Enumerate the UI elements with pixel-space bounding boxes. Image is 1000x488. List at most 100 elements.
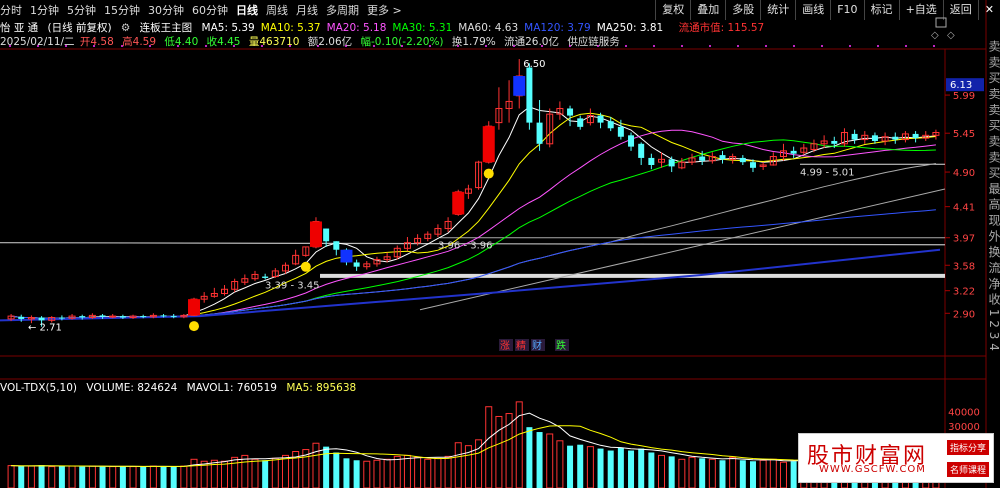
volume-axis-label: 40000 [948,408,980,419]
price-axis-label: 3.58 [953,261,975,272]
top-dot [37,45,39,47]
top-dot [121,45,123,47]
volume-bar [668,456,675,488]
top-dot [485,45,487,47]
ma-line-10 [11,112,936,319]
ma-line-250 [0,248,941,322]
highlight-candle [340,249,353,263]
volume-bar [577,444,584,488]
candle-body [18,316,25,319]
volume-bar [597,448,604,488]
volume-bar [149,465,157,488]
volume-bar [719,460,726,488]
price-axis-label: 4.41 [953,203,975,214]
volume-bar [88,465,96,488]
volume-bar [58,466,65,488]
volume-bar [739,460,746,488]
watermark-badge-course: 名师课程 [946,462,989,477]
top-dot [653,45,655,47]
annotation-high: 6.50 [523,59,545,70]
volume-bar [586,446,594,488]
bottom-tag: 跌 [556,339,566,352]
bottom-tag: 涨 [500,340,510,352]
volume-bar [556,440,564,488]
candle-body [719,155,726,160]
highlight-candle [513,76,526,96]
top-dot [289,45,291,47]
volume-bar [607,450,614,488]
volume-bar [119,466,126,488]
volume-bar [617,447,624,488]
candle-body [739,157,746,163]
volume-bar [140,466,147,488]
candle-body [353,262,360,267]
candle-body [140,316,147,318]
top-dot [877,45,879,47]
volume-bar [729,456,737,488]
candle-body [892,136,899,140]
volume-bar [759,459,767,488]
volume-bar [495,415,503,488]
volume-bar [160,466,167,488]
candle-body [912,133,919,139]
candle-body [38,317,45,321]
volume-bar [779,461,787,488]
top-dot [373,45,375,47]
volume-bar [648,452,655,488]
volume-bar [454,442,462,488]
volume-bar [99,466,106,488]
volume-bar [221,460,229,488]
candle-body [699,156,706,161]
vol-mavol1: MAVOL1: 760519 [186,382,277,394]
candle-body [79,316,86,318]
volume-bar [526,427,533,488]
volume-bar [688,456,696,488]
volume-bar [638,448,645,488]
candle-body [333,241,340,250]
volume-bar [536,432,543,488]
top-dot [9,45,11,47]
volume-bar [323,446,330,488]
candle-body [638,143,645,158]
volume-bar [769,458,777,488]
limit-up-candle [482,126,495,163]
candle-body [58,317,65,319]
bottom-tag: 精 [516,339,526,352]
candle-body [170,316,177,318]
current-price-tag: 6.13 [950,80,972,91]
volume-bar [790,461,797,488]
top-dot [541,45,543,47]
candle-body [262,276,269,278]
candle-body [160,315,167,317]
price-axis-label: 2.90 [953,309,975,320]
top-dot [905,45,907,47]
candle-body [628,135,635,147]
face-icon [189,321,200,332]
volume-bar [170,466,177,488]
face-icon [300,261,311,272]
volume-bar [749,461,756,488]
candle-body [648,157,655,165]
volume-bar [241,454,249,488]
top-dot [93,45,95,47]
candle-body [577,118,584,127]
top-dot [709,45,711,47]
candle-body [851,133,858,140]
volume-bar [262,460,269,488]
volume-bar [353,460,360,488]
volume-bar [312,442,320,488]
kline-chart[interactable]: 5.99 5.45 4.90 4.41 3.97 3.58 3.22 2.90 6.13 ◇ ◇ 6.… [0,0,1000,488]
watermark-logo: 股市财富网 WWW.GSCFW.COM 指标分享 名师课程 [798,433,994,483]
candle-body [323,228,330,242]
volume-bar [393,455,401,488]
candle-body [567,108,574,116]
limit-up-candle [188,299,201,316]
top-dot [429,45,431,47]
volume-bar [281,454,289,488]
candle-body [109,315,117,318]
volume-bar [251,458,259,488]
volume-bar [333,452,340,488]
volume-bar [18,466,25,488]
candle-body [617,126,624,137]
ma-line-30 [11,139,936,319]
